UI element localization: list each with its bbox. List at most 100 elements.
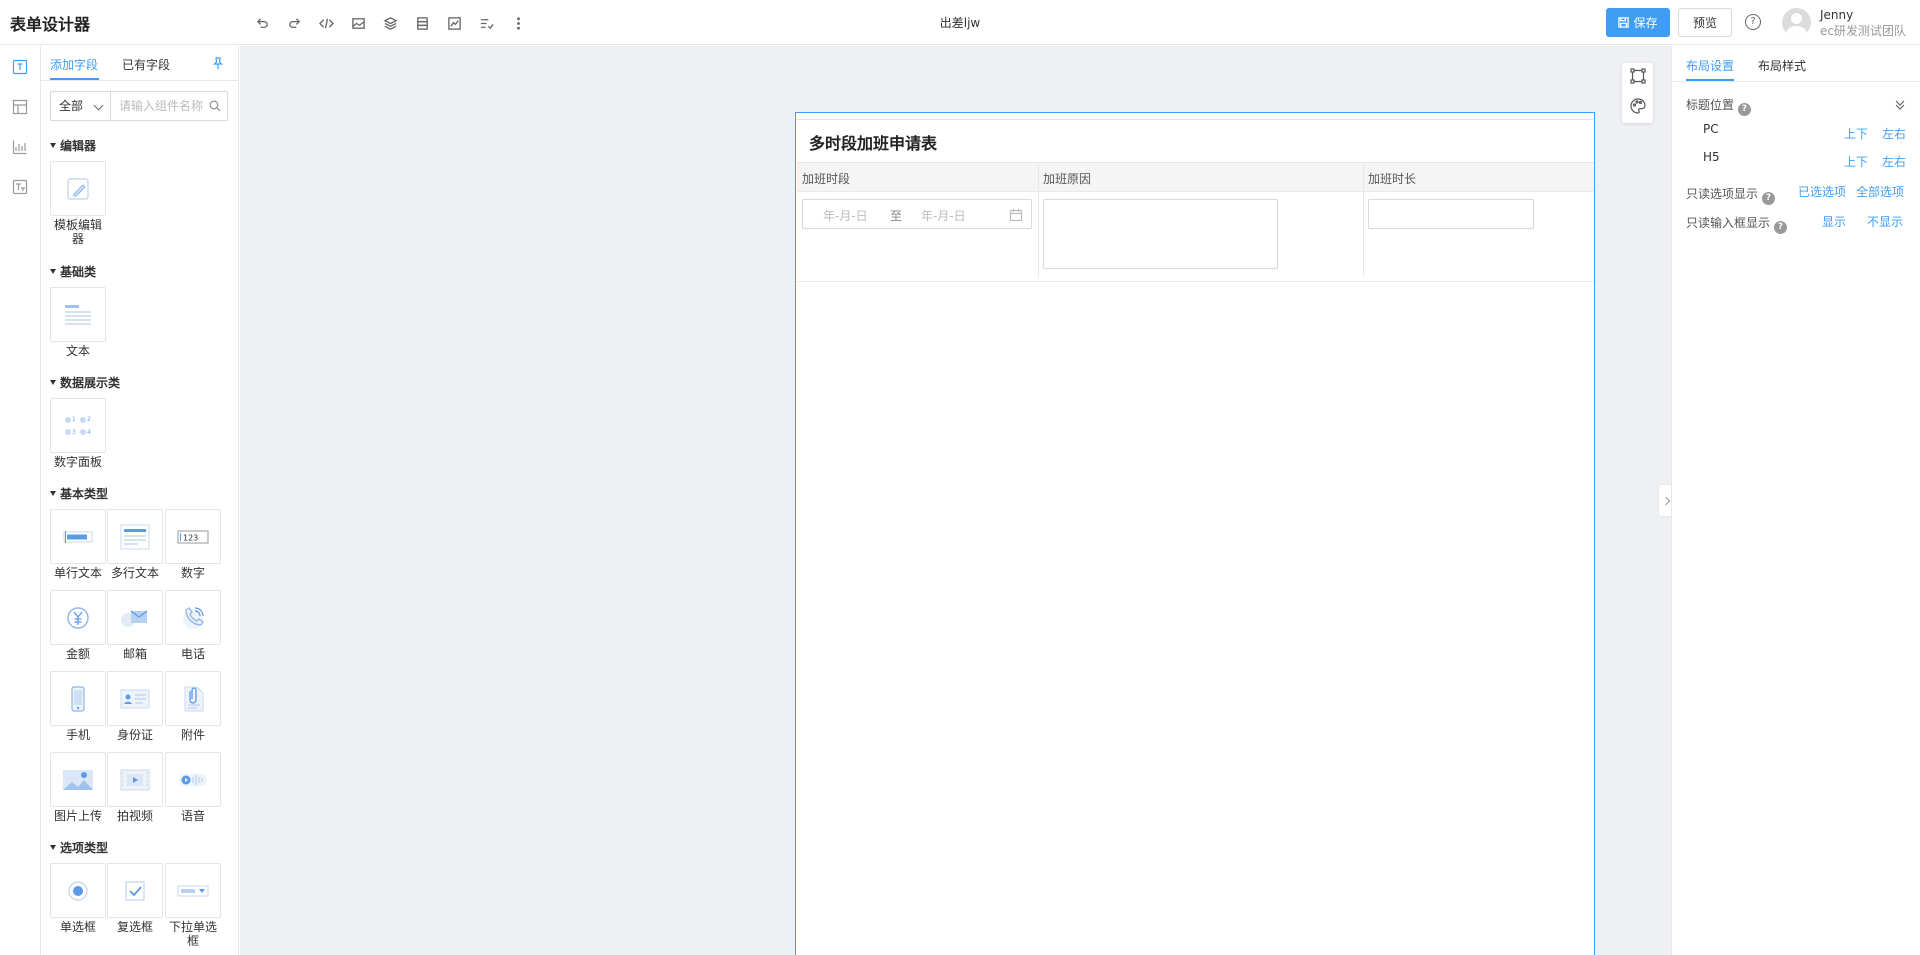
code-icon[interactable] xyxy=(310,12,342,34)
double-chevron-down-icon[interactable] xyxy=(1894,99,1906,111)
column-divider xyxy=(1363,162,1364,277)
chart-icon[interactable] xyxy=(11,138,29,156)
component-label: 身份证 xyxy=(116,728,153,742)
group-basic[interactable]: 基础类 xyxy=(50,263,96,280)
layout-icon[interactable] xyxy=(11,98,29,116)
all-options-link[interactable]: 全部选项 xyxy=(1856,183,1904,200)
column-divider xyxy=(1038,162,1039,277)
form-title[interactable]: 多时段加班申请表 xyxy=(809,130,937,154)
pin-icon[interactable] xyxy=(211,56,225,70)
svg-text:1: 1 xyxy=(72,416,76,423)
subtable-bottom-border xyxy=(797,281,1594,282)
checklist-icon[interactable] xyxy=(470,12,502,34)
selected-options-link[interactable]: 已选选项 xyxy=(1798,183,1846,200)
user-name: Jenny xyxy=(1820,8,1854,22)
date-start-placeholder: 年-月-日 xyxy=(823,209,868,223)
help-icon[interactable]: ? xyxy=(1762,192,1776,205)
h5-top-bottom-link[interactable]: 上下 xyxy=(1844,153,1868,170)
component-attachment[interactable]: 附件 xyxy=(165,671,221,742)
tab-add-fields[interactable]: 添加字段 xyxy=(50,56,98,73)
show-link[interactable]: 显示 xyxy=(1822,213,1846,230)
component-text[interactable]: 文本 xyxy=(50,287,106,358)
more-vertical-icon[interactable] xyxy=(502,12,534,34)
component-amount[interactable]: 金额 xyxy=(50,590,106,661)
icon-rail xyxy=(0,46,41,955)
tab-existing-fields[interactable]: 已有字段 xyxy=(122,56,170,73)
component-label: 复选框 xyxy=(116,920,153,934)
search-icon[interactable] xyxy=(209,100,221,112)
undo-icon[interactable] xyxy=(246,12,278,34)
component-checkbox[interactable]: 复选框 xyxy=(107,863,163,934)
structure-icon[interactable] xyxy=(1629,67,1647,85)
group-options[interactable]: 选项类型 xyxy=(50,839,108,856)
layers-icon[interactable] xyxy=(374,12,406,34)
overtime-duration-input[interactable] xyxy=(1368,199,1534,229)
date-range-picker[interactable]: 年-月-日 至 年-月-日 xyxy=(802,199,1032,229)
text-icon[interactable] xyxy=(11,178,29,196)
tab-layout-style[interactable]: 布局样式 xyxy=(1758,57,1806,74)
readonly-input-text: 只读输入框显示 xyxy=(1686,216,1771,230)
group-basic-types[interactable]: 基本类型 xyxy=(50,485,108,502)
redo-icon[interactable] xyxy=(278,12,310,34)
component-multi-line-text[interactable]: 多行文本 xyxy=(107,509,163,580)
svg-text:123: 123 xyxy=(183,533,198,542)
component-email[interactable]: 邮箱 xyxy=(107,590,163,661)
component-image-upload[interactable]: 图片上传 xyxy=(50,752,106,823)
component-number-panel[interactable]: 1 2 3 4 数字面板 xyxy=(50,398,106,469)
component-label: 多行文本 xyxy=(110,566,159,580)
help-icon[interactable]: ? xyxy=(1774,221,1788,234)
image-icon[interactable] xyxy=(342,12,374,34)
pc-left-right-link[interactable]: 左右 xyxy=(1882,125,1906,142)
pc-label: PC xyxy=(1703,122,1719,136)
floating-tools xyxy=(1622,63,1653,123)
preview-button[interactable]: 预览 xyxy=(1678,8,1732,37)
component-video[interactable]: 拍视频 xyxy=(107,752,163,823)
component-phone[interactable]: 电话 xyxy=(165,590,221,661)
column-header[interactable]: 加班时段 xyxy=(802,170,850,187)
help-icon[interactable]: ? xyxy=(1738,103,1752,116)
tab-layout-settings[interactable]: 布局设置 xyxy=(1686,57,1734,74)
component-label: 单选框 xyxy=(59,920,96,934)
component-radio[interactable]: 单选框 xyxy=(50,863,106,934)
tab-underline xyxy=(50,78,99,80)
attachment-icon xyxy=(165,671,221,726)
date-end-placeholder: 年-月-日 xyxy=(921,209,966,223)
group-data-display[interactable]: 数据展示类 xyxy=(50,374,120,391)
save-button[interactable]: 保存 xyxy=(1606,8,1670,37)
component-single-line-text[interactable]: 单行文本 xyxy=(50,509,106,580)
filter-row: 全部 xyxy=(50,91,228,121)
form-name[interactable]: 出差ljw xyxy=(940,16,980,30)
image-upload-icon xyxy=(50,752,106,807)
avatar[interactable] xyxy=(1782,8,1811,37)
component-number[interactable]: 123 数字 xyxy=(165,509,221,580)
collapse-right-panel-handle[interactable] xyxy=(1658,484,1671,517)
group-editor[interactable]: 编辑器 xyxy=(50,137,96,154)
form-sheet[interactable]: 多时段加班申请表 加班时段 加班原因 加班时长 年-月-日 至 年-月-日 xyxy=(795,112,1595,955)
form-fields-icon[interactable] xyxy=(11,58,29,76)
database-icon[interactable] xyxy=(406,12,438,34)
hide-link[interactable]: 不显示 xyxy=(1867,213,1903,230)
column-header[interactable]: 加班原因 xyxy=(1043,170,1091,187)
category-select[interactable]: 全部 xyxy=(51,92,111,120)
overtime-reason-textarea[interactable] xyxy=(1043,199,1278,269)
h5-left-right-link[interactable]: 左右 xyxy=(1882,153,1906,170)
column-header[interactable]: 加班时长 xyxy=(1368,170,1416,187)
help-icon[interactable]: ? xyxy=(1745,14,1761,30)
readonly-options-label: 只读选项显示? xyxy=(1686,185,1776,205)
dropdown-icon xyxy=(165,863,221,918)
component-mobile[interactable]: 手机 xyxy=(50,671,106,742)
component-template-editor[interactable]: 模板编辑器 xyxy=(50,161,106,246)
phone-icon xyxy=(165,590,221,645)
pc-top-bottom-link[interactable]: 上下 xyxy=(1844,125,1868,142)
properties-panel: 布局设置 布局样式 标题位置? PC 上下 左右 H5 上下 左右 只读选项显示… xyxy=(1671,46,1920,955)
component-voice[interactable]: 语音 xyxy=(165,752,221,823)
chart-icon[interactable] xyxy=(438,12,470,34)
component-label: 图片上传 xyxy=(53,809,102,823)
email-icon xyxy=(107,590,163,645)
palette-icon[interactable] xyxy=(1629,97,1647,115)
component-label: 附件 xyxy=(180,728,205,742)
title-position-text: 标题位置 xyxy=(1686,98,1735,112)
component-dropdown-single[interactable]: 下拉单选框 xyxy=(165,863,221,948)
id-card-icon xyxy=(107,671,163,726)
component-id-card[interactable]: 身份证 xyxy=(107,671,163,742)
